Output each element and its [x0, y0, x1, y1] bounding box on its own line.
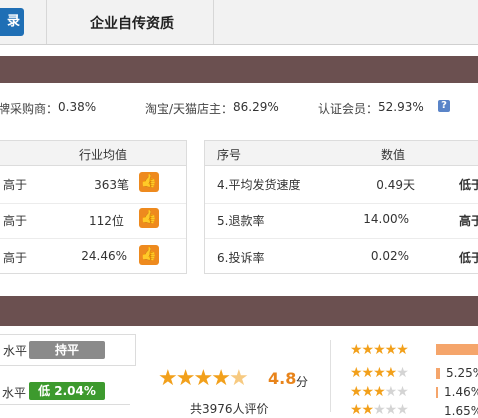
certified-value: 52.93%: [378, 100, 424, 114]
tab-company-profile[interactable]: 企业自传资质: [90, 13, 174, 33]
star-icon: ★: [211, 366, 231, 391]
tab-divider: [46, 0, 47, 44]
distribution-bar: [436, 344, 478, 355]
section-header-band: [0, 56, 478, 83]
star-half-icon: ★: [228, 366, 249, 391]
compare-text: 低于: [459, 178, 478, 192]
section-header-band: [0, 296, 478, 326]
compare-text: 高于: [3, 214, 28, 228]
stat-value: 0.49天: [376, 178, 415, 192]
distribution-stars-4: ★★★★★: [350, 365, 409, 381]
rating-count: 共3976人评价: [190, 402, 269, 416]
certified-label: 认证会员：: [318, 102, 379, 116]
stat-value: 363笔: [94, 178, 129, 192]
star-icon: ★: [175, 366, 196, 391]
compare-text: 低于: [459, 251, 478, 265]
level-compare-box: 水平 持平: [0, 334, 136, 366]
stat-value: 24.46%: [81, 249, 127, 263]
level-label: 水平: [2, 386, 27, 400]
status-badge: 持平: [29, 341, 105, 359]
star-icon: ★: [158, 366, 178, 391]
stat-value: 112位: [89, 214, 124, 228]
thumbs-up-icon: 👍: [139, 245, 159, 265]
compare-text: 高于: [3, 251, 28, 265]
tab-active[interactable]: 录: [0, 8, 24, 36]
compare-text: 高于: [3, 178, 28, 192]
table-header: [205, 141, 478, 166]
distribution-bar: [436, 368, 440, 379]
divider: [0, 404, 130, 405]
buyer-metrics: 牌采购商： 0.38% 淘宝/天猫店主： 86.29% 认证会员： 52.93%: [0, 96, 478, 120]
rating-stars: ★★★★★: [158, 366, 249, 391]
level-label: 水平: [3, 344, 28, 358]
taobao-value: 86.29%: [233, 100, 279, 114]
status-badge: 低 2.04%: [29, 382, 105, 400]
distribution-stars-2: ★★★★★: [350, 402, 409, 418]
distribution-stars-3: ★★★★★: [350, 384, 409, 400]
thumbs-up-icon: 👍: [139, 208, 159, 228]
row-divider: [205, 203, 478, 204]
rating-score: 4.8: [268, 369, 297, 388]
stat-label: 4.平均发货速度: [217, 178, 301, 192]
top-tab-bar: [0, 0, 478, 45]
stat-label: 6.投诉率: [217, 251, 265, 265]
stat-label: 5.退款率: [217, 214, 265, 228]
divider: [330, 340, 331, 412]
row-divider: [0, 203, 186, 204]
distribution-stars-5: ★★★★★: [350, 342, 409, 358]
distribution-pct: 1.46%: [444, 385, 478, 399]
taobao-label: 淘宝/天猫店主：: [145, 102, 234, 116]
distribution-bar: [436, 387, 438, 398]
service-stats-table: 序号 数值 4.平均发货速度 0.49天 低于 5.退款率 14.00% 高于 …: [204, 140, 478, 274]
compare-text: 高于: [459, 214, 478, 228]
help-icon[interactable]: ?: [438, 100, 450, 112]
rating-unit: 分: [296, 375, 309, 389]
column-header-industry-avg: 行业均值: [79, 148, 128, 162]
stat-value: 14.00%: [363, 212, 409, 226]
tab-divider: [213, 0, 214, 44]
distribution-pct: 5.25%: [446, 366, 478, 380]
star-icon: ★: [193, 366, 213, 391]
column-header-index: 序号: [217, 148, 242, 162]
distribution-pct: 1.65%: [444, 404, 478, 418]
row-divider: [205, 238, 478, 239]
brand-buyer-value: 0.38%: [58, 100, 97, 114]
brand-buyer-label: 牌采购商：: [0, 102, 59, 116]
seller-stats-table: 行业均值 高于 363笔 👍 高于 112位 👍 高于 24.46% 👍: [0, 140, 187, 274]
row-divider: [0, 238, 186, 239]
column-header-value: 数值: [381, 148, 406, 162]
stat-value: 0.02%: [370, 249, 409, 263]
thumbs-up-icon: 👍: [139, 172, 159, 192]
